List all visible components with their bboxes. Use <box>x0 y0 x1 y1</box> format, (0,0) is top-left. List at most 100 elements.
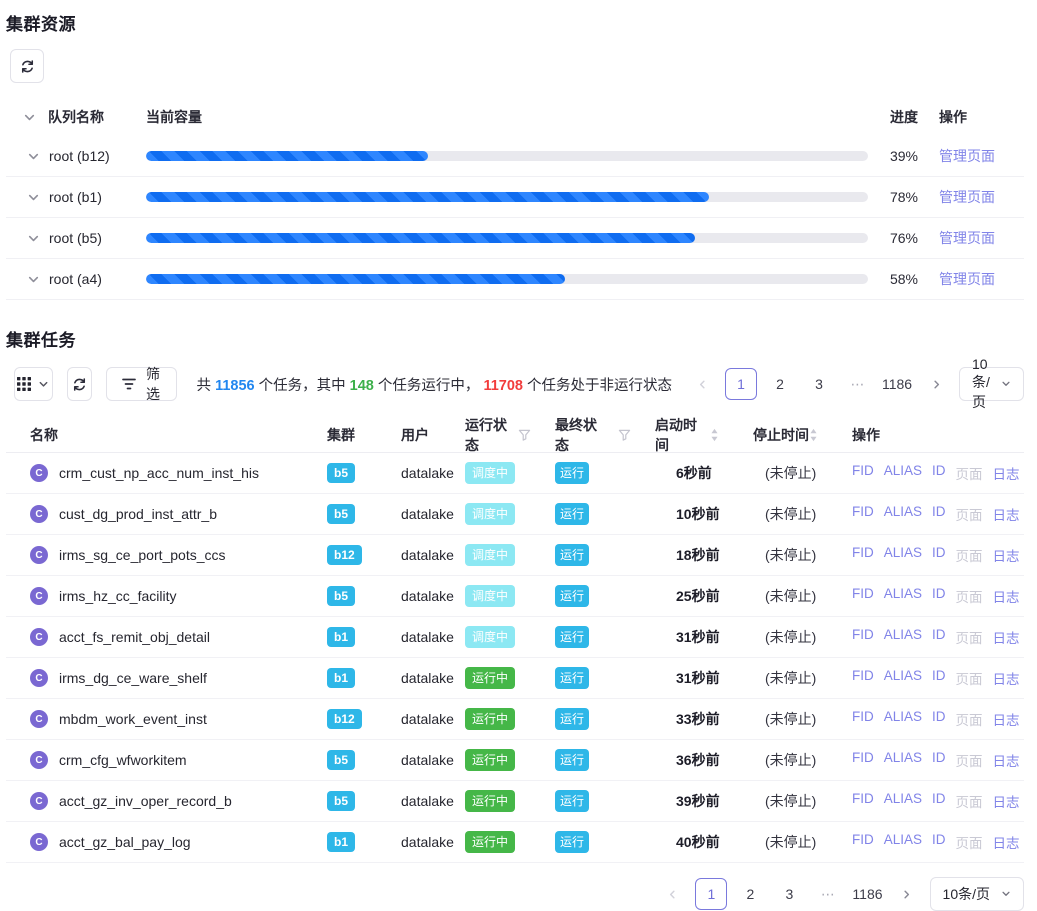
fid-link[interactable]: FID <box>852 545 874 565</box>
manage-page-link[interactable]: 管理页面 <box>939 189 995 205</box>
task-row: C mbdm_work_event_inst b12 datalake 运行中 … <box>6 699 1024 740</box>
task-name: acct_gz_bal_pay_log <box>59 834 191 850</box>
task-row: C irms_dg_ce_ware_shelf b1 datalake 运行中 … <box>6 658 1024 699</box>
prev-page-icon[interactable] <box>686 368 718 400</box>
page-size-value: 10条/页 <box>972 356 990 412</box>
log-link[interactable]: 日志 <box>993 668 1020 688</box>
fid-link[interactable]: FID <box>852 463 874 483</box>
tasks-pagination-bottom: 1 2 3 ⋯ 1186 10条/页 <box>656 877 1024 911</box>
fid-link[interactable]: FID <box>852 504 874 524</box>
page-ellipsis[interactable]: ⋯ <box>842 368 874 400</box>
manage-page-link[interactable]: 管理页面 <box>939 148 995 164</box>
row-expander-chevron-icon[interactable] <box>27 191 40 204</box>
id-link[interactable]: ID <box>932 668 946 688</box>
page-link: 页面 <box>956 504 983 524</box>
collapse-all-chevron-icon[interactable] <box>23 111 36 124</box>
alias-link[interactable]: ALIAS <box>884 463 922 483</box>
task-avatar: C <box>30 587 48 605</box>
alias-link[interactable]: ALIAS <box>884 586 922 606</box>
stop-time: (未停止) <box>729 586 828 606</box>
page-size-select[interactable]: 10条/页 <box>959 367 1024 401</box>
id-link[interactable]: ID <box>932 504 946 524</box>
page-number-3[interactable]: 3 <box>773 878 805 910</box>
final-status-badge: 运行 <box>555 585 589 607</box>
id-link[interactable]: ID <box>932 586 946 606</box>
page-number-2[interactable]: 2 <box>764 368 796 400</box>
row-expander-chevron-icon[interactable] <box>27 273 40 286</box>
resource-row: root (a4) 58% 管理页面 <box>6 259 1024 300</box>
page-number-2[interactable]: 2 <box>734 878 766 910</box>
alias-link[interactable]: ALIAS <box>884 791 922 811</box>
not-running-tasks-count: 11708 <box>483 378 523 394</box>
col-actions: 操作 <box>939 109 967 125</box>
log-link[interactable]: 日志 <box>993 709 1020 729</box>
resources-refresh-button[interactable] <box>10 49 44 83</box>
page-number-3[interactable]: 3 <box>803 368 835 400</box>
fid-link[interactable]: FID <box>852 832 874 852</box>
log-link[interactable]: 日志 <box>993 791 1020 811</box>
log-link[interactable]: 日志 <box>993 545 1020 565</box>
row-expander-chevron-icon[interactable] <box>27 232 40 245</box>
start-time: 25秒前 <box>631 586 729 606</box>
queue-name: root (b1) <box>49 189 102 205</box>
alias-link[interactable]: ALIAS <box>884 504 922 524</box>
layout-dropdown-button[interactable] <box>14 367 53 401</box>
col-run-status: 运行状态 <box>465 415 508 455</box>
final-status-badge: 运行 <box>555 790 589 812</box>
chevron-down-icon <box>38 379 49 390</box>
log-link[interactable]: 日志 <box>993 504 1020 524</box>
fid-link[interactable]: FID <box>852 791 874 811</box>
id-link[interactable]: ID <box>932 627 946 647</box>
tasks-pagination-top: 1 2 3 ⋯ 1186 10条/页 <box>686 367 1024 401</box>
fid-link[interactable]: FID <box>852 586 874 606</box>
next-page-icon[interactable] <box>920 368 952 400</box>
alias-link[interactable]: ALIAS <box>884 545 922 565</box>
next-page-icon[interactable] <box>891 878 923 910</box>
tasks-table: 名称 集群 用户 运行状态 最终状态 启动时间 <box>6 415 1024 863</box>
filter-funnel-icon[interactable] <box>618 429 631 441</box>
stop-time: (未停止) <box>729 504 828 524</box>
col-queue-name: 队列名称 <box>48 107 104 127</box>
log-link[interactable]: 日志 <box>993 463 1020 483</box>
sorter-icon[interactable] <box>809 428 818 442</box>
log-link[interactable]: 日志 <box>993 750 1020 770</box>
tasks-refresh-button[interactable] <box>67 367 93 401</box>
alias-link[interactable]: ALIAS <box>884 627 922 647</box>
id-link[interactable]: ID <box>932 791 946 811</box>
manage-page-link[interactable]: 管理页面 <box>939 230 995 246</box>
id-link[interactable]: ID <box>932 832 946 852</box>
log-link[interactable]: 日志 <box>993 832 1020 852</box>
id-link[interactable]: ID <box>932 709 946 729</box>
id-link[interactable]: ID <box>932 545 946 565</box>
task-avatar: C <box>30 710 48 728</box>
fid-link[interactable]: FID <box>852 709 874 729</box>
log-link[interactable]: 日志 <box>993 627 1020 647</box>
tasks-pagination-bottom-wrap: 1 2 3 ⋯ 1186 10条/页 <box>6 877 1024 911</box>
log-link[interactable]: 日志 <box>993 586 1020 606</box>
sorter-icon[interactable] <box>710 428 719 442</box>
filter-button[interactable]: 筛选 <box>106 367 176 401</box>
col-actions: 操作 <box>852 427 880 443</box>
prev-page-icon[interactable] <box>656 878 688 910</box>
fid-link[interactable]: FID <box>852 627 874 647</box>
alias-link[interactable]: ALIAS <box>884 832 922 852</box>
row-expander-chevron-icon[interactable] <box>27 150 40 163</box>
task-name: acct_gz_inv_oper_record_b <box>59 793 232 809</box>
page-number-last[interactable]: 1186 <box>881 368 913 400</box>
page-number-last[interactable]: 1186 <box>851 878 883 910</box>
col-capacity: 当前容量 <box>146 109 202 125</box>
filter-button-label: 筛选 <box>145 364 160 404</box>
fid-link[interactable]: FID <box>852 750 874 770</box>
fid-link[interactable]: FID <box>852 668 874 688</box>
page-ellipsis[interactable]: ⋯ <box>812 878 844 910</box>
filter-funnel-icon[interactable] <box>518 429 531 441</box>
id-link[interactable]: ID <box>932 750 946 770</box>
id-link[interactable]: ID <box>932 463 946 483</box>
alias-link[interactable]: ALIAS <box>884 750 922 770</box>
manage-page-link[interactable]: 管理页面 <box>939 271 995 287</box>
page-size-select[interactable]: 10条/页 <box>930 877 1024 911</box>
page-number-1[interactable]: 1 <box>725 368 757 400</box>
page-number-1[interactable]: 1 <box>695 878 727 910</box>
alias-link[interactable]: ALIAS <box>884 668 922 688</box>
alias-link[interactable]: ALIAS <box>884 709 922 729</box>
